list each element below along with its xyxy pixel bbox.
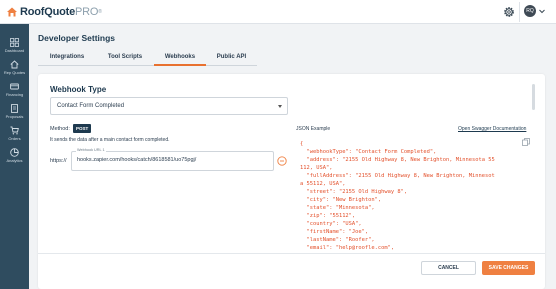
webhook-description: It sends the data after a main contact f… bbox=[50, 137, 170, 143]
save-changes-button[interactable]: SAVE CHANGES bbox=[482, 261, 535, 275]
json-example-title: JSON Example bbox=[296, 126, 331, 132]
json-line: "country": "USA", bbox=[300, 221, 362, 227]
webhook-url-value: hooks.zapier.com/hooks/catch/8618581/uo7… bbox=[77, 157, 197, 163]
cancel-button[interactable]: CANCEL bbox=[421, 261, 476, 275]
logo-name: RoofQuote bbox=[20, 6, 76, 18]
method-label: Method: bbox=[50, 126, 70, 132]
json-line: 112, USA", bbox=[300, 165, 333, 171]
financing-icon bbox=[10, 83, 19, 90]
json-line: "state": "Minnesota", bbox=[300, 205, 375, 211]
json-line: "address": "2155 Old Highway 8, New Brig… bbox=[300, 157, 495, 163]
sidebar-item-proposals[interactable]: Proposals bbox=[0, 104, 29, 124]
cart-icon bbox=[10, 126, 19, 135]
json-line: "email": "help@roofle.com", bbox=[300, 245, 395, 251]
json-line: "lastName": "Roofer", bbox=[300, 237, 375, 243]
json-line: a 55112, USA", bbox=[300, 181, 346, 187]
sidebar-item-orders[interactable]: Orders bbox=[0, 126, 29, 146]
chevron-down-icon[interactable] bbox=[538, 7, 546, 15]
url-protocol: https:// bbox=[50, 158, 67, 164]
sidebar-item-label: Dashboard bbox=[4, 48, 25, 53]
json-line: "city": "New Brighton", bbox=[300, 197, 382, 203]
json-example-code: { "webhookType": "Contact Form Completed… bbox=[300, 140, 522, 252]
page-title: Developer Settings bbox=[38, 33, 115, 43]
rep-quotes-icon bbox=[10, 60, 19, 69]
sidebar-item-dashboard[interactable]: Dashboard bbox=[0, 38, 29, 58]
json-line: "fullAddress": "2155 Old Highway 8, New … bbox=[300, 173, 495, 179]
sidebar: Dashboard Rep Quotes Financing Proposals… bbox=[0, 24, 29, 289]
sidebar-item-financing[interactable]: Financing bbox=[0, 82, 29, 102]
tab-tool-scripts[interactable]: Tool Scripts bbox=[96, 50, 154, 66]
json-line: "zip": "55112", bbox=[300, 213, 356, 219]
json-line: "firstName": "Joe", bbox=[300, 229, 369, 235]
card-scrollbar[interactable] bbox=[532, 84, 535, 110]
webhook-type-select[interactable]: Contact Form Completed bbox=[50, 97, 288, 115]
sidebar-item-label: Orders bbox=[8, 136, 21, 141]
footer-divider bbox=[38, 253, 545, 254]
copy-icon[interactable] bbox=[522, 138, 530, 146]
sidebar-item-label: Financing bbox=[5, 92, 24, 97]
top-bar: RoofQuote PRO ® RQ bbox=[0, 0, 556, 24]
sidebar-item-analytics[interactable]: Analytics bbox=[0, 148, 29, 168]
sidebar-item-label: Rep Quotes bbox=[3, 70, 26, 75]
sidebar-item-label: Analytics bbox=[6, 158, 23, 163]
dropdown-arrow-icon bbox=[278, 105, 282, 108]
sidebar-item-rep-quotes[interactable]: Rep Quotes bbox=[0, 60, 29, 80]
tab-public-api[interactable]: Public API bbox=[206, 50, 257, 66]
sidebar-item-label: Proposals bbox=[5, 114, 24, 119]
header-divider bbox=[519, 2, 520, 22]
logo-trademark: ® bbox=[98, 9, 102, 15]
proposals-icon bbox=[11, 104, 18, 113]
json-line: { bbox=[300, 141, 304, 147]
dashboard-icon bbox=[10, 38, 19, 47]
logo-suffix: PRO bbox=[75, 6, 99, 18]
avatar[interactable]: RQ bbox=[524, 5, 536, 17]
webhook-type-heading: Webhook Type bbox=[50, 85, 107, 94]
remove-url-icon[interactable] bbox=[277, 156, 287, 166]
json-line: "webhookType": "Contact Form Completed", bbox=[300, 149, 437, 155]
webhook-url-label: Webhook URL 1 bbox=[76, 148, 106, 152]
tab-integrations[interactable]: Integrations bbox=[38, 50, 96, 66]
analytics-icon bbox=[10, 148, 19, 157]
logo[interactable]: RoofQuote PRO ® bbox=[6, 4, 102, 20]
logo-house-icon bbox=[7, 7, 17, 17]
tab-webhooks[interactable]: Webhooks bbox=[154, 50, 206, 66]
json-line: "street": "2155 Old Highway 8", bbox=[300, 189, 408, 195]
tab-bar: Integrations Tool Scripts Webhooks Publi… bbox=[38, 50, 257, 66]
swagger-docs-link[interactable]: Open Swagger Documentation bbox=[458, 126, 526, 132]
webhook-type-value: Contact Form Completed bbox=[57, 103, 125, 109]
method-badge: POST bbox=[73, 124, 92, 133]
gear-icon[interactable] bbox=[502, 5, 516, 19]
